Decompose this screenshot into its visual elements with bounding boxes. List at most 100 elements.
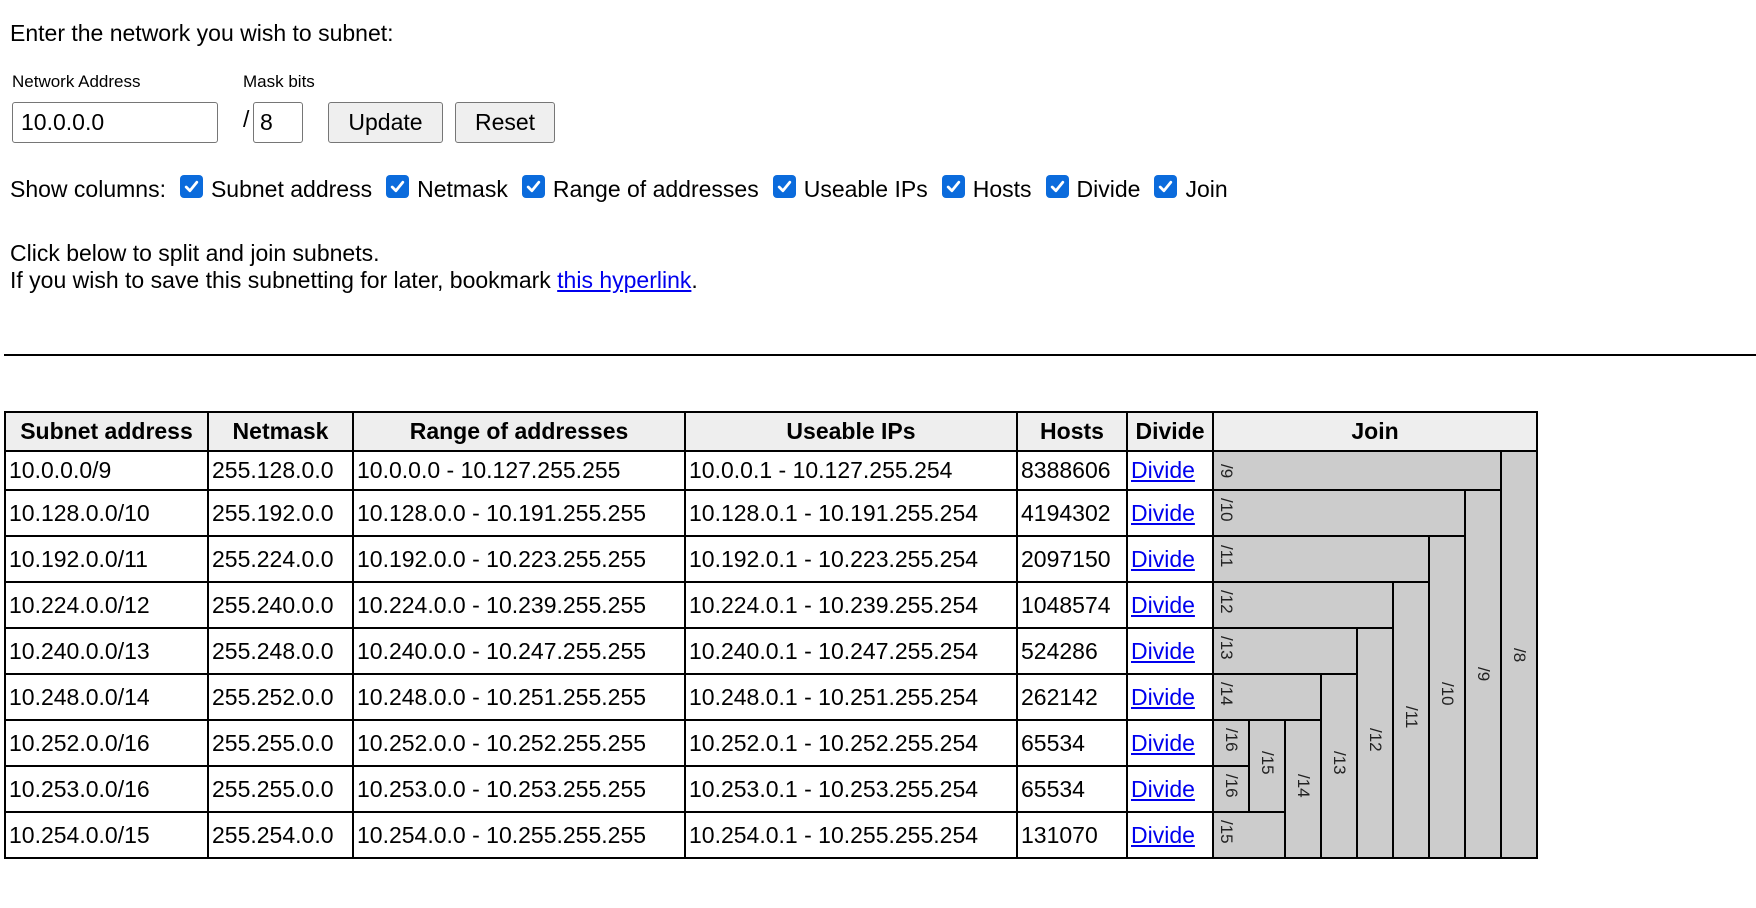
join-cell[interactable]: /11: [1392, 581, 1430, 859]
useable-ips-cell: 10.192.0.1 - 10.223.255.254: [684, 535, 1018, 583]
netmask-cell: 255.252.0.0: [207, 673, 354, 721]
column-toggle-range[interactable]: Range of addresses: [521, 175, 759, 203]
column-toggle-divide[interactable]: Divide: [1045, 175, 1140, 203]
mask-bits-input[interactable]: [253, 102, 303, 143]
subnet-address-cell: 10.128.0.0/10: [4, 489, 209, 537]
show-columns-label: Show columns:: [10, 176, 166, 202]
column-toggle-label: Hosts: [972, 176, 1032, 202]
join-cell[interactable]: /9: [1464, 489, 1502, 859]
column-toggle-label: Range of addresses: [552, 176, 759, 202]
reset-button[interactable]: Reset: [455, 102, 555, 143]
table-row: 10.128.0.0/10 255.192.0.0 10.128.0.0 - 1…: [4, 489, 1537, 859]
useable-ips-cell: 10.240.0.1 - 10.247.255.254: [684, 627, 1018, 675]
join-cell[interactable]: /10: [1212, 489, 1466, 537]
header-netmask: Netmask: [207, 411, 354, 452]
join-cell[interactable]: /12: [1212, 581, 1394, 629]
useable-ips-cell: 10.224.0.1 - 10.239.255.254: [684, 581, 1018, 629]
join-cell[interactable]: /10: [1428, 535, 1466, 859]
horizontal-rule: [4, 354, 1756, 356]
join-cell[interactable]: /15: [1248, 719, 1286, 813]
hosts-cell: 65534: [1016, 719, 1128, 767]
join-label: /15: [1258, 751, 1277, 775]
divide-link[interactable]: Divide: [1131, 822, 1195, 848]
divide-cell: Divide: [1126, 535, 1214, 583]
header-subnet-address: Subnet address: [4, 411, 209, 452]
network-address-input[interactable]: [12, 102, 218, 143]
join-label: /14: [1294, 774, 1313, 798]
join-cell[interactable]: /8: [1499, 450, 1539, 859]
hosts-cell: 131070: [1016, 811, 1128, 859]
divide-link[interactable]: Divide: [1131, 776, 1195, 802]
bookmark-link[interactable]: this hyperlink: [557, 267, 691, 293]
join-cell[interactable]: /11: [1212, 535, 1430, 583]
hosts-cell: 65534: [1016, 765, 1128, 813]
divide-link[interactable]: Divide: [1131, 592, 1195, 618]
range-cell: 10.248.0.0 - 10.251.255.255: [352, 673, 686, 721]
join-cell[interactable]: /15: [1212, 811, 1286, 859]
hosts-cell: 262142: [1016, 673, 1128, 721]
join-cell[interactable]: /9: [1212, 450, 1502, 491]
join-cell[interactable]: /16: [1212, 765, 1250, 813]
hosts-cell: 2097150: [1016, 535, 1128, 583]
range-cell: 10.253.0.0 - 10.253.255.255: [352, 765, 686, 813]
divide-cell: Divide: [1126, 673, 1214, 721]
join-label: /8: [1510, 647, 1529, 662]
join-cell[interactable]: /12: [1356, 627, 1394, 859]
range-cell: 10.192.0.0 - 10.223.255.255: [352, 535, 686, 583]
join-cell[interactable]: /14: [1284, 719, 1322, 859]
join-label: /12: [1217, 590, 1236, 614]
netmask-cell: 255.248.0.0: [207, 627, 354, 675]
join-cell[interactable]: /13: [1212, 627, 1358, 675]
checkbox-checked-icon[interactable]: [386, 175, 410, 198]
column-toggle-join[interactable]: Join: [1154, 175, 1228, 203]
netmask-cell: 255.254.0.0: [207, 811, 354, 859]
column-toggle-label: Netmask: [417, 176, 508, 202]
join-cell[interactable]: /14: [1212, 673, 1322, 721]
checkbox-checked-icon[interactable]: [941, 175, 965, 198]
netmask-cell: 255.192.0.0: [207, 489, 354, 537]
divide-link[interactable]: Divide: [1131, 684, 1195, 710]
range-cell: 10.254.0.0 - 10.255.255.255: [352, 811, 686, 859]
join-label: /15: [1217, 820, 1236, 844]
checkbox-checked-icon[interactable]: [179, 175, 203, 198]
divide-link[interactable]: Divide: [1131, 730, 1195, 756]
subnet-address-cell: 10.254.0.0/15: [4, 811, 209, 859]
range-cell: 10.0.0.0 - 10.127.255.255: [352, 450, 686, 491]
join-label: /11: [1217, 544, 1236, 568]
divide-link[interactable]: Divide: [1131, 500, 1195, 526]
help-line-1: Click below to split and join subnets.: [10, 240, 380, 266]
netmask-cell: 255.255.0.0: [207, 719, 354, 767]
checkbox-checked-icon[interactable]: [772, 175, 796, 198]
range-cell: 10.128.0.0 - 10.191.255.255: [352, 489, 686, 537]
join-cell[interactable]: /16: [1212, 719, 1250, 767]
column-toggle-netmask[interactable]: Netmask: [386, 175, 508, 203]
divide-link[interactable]: Divide: [1131, 638, 1195, 664]
checkbox-checked-icon[interactable]: [1045, 175, 1069, 198]
column-toggle-hosts[interactable]: Hosts: [941, 175, 1032, 203]
header-useable-ips: Useable IPs: [684, 411, 1018, 452]
join-label: /12: [1366, 728, 1385, 752]
join-label: /10: [1217, 498, 1236, 522]
divide-cell: Divide: [1126, 581, 1214, 629]
netmask-cell: 255.224.0.0: [207, 535, 354, 583]
checkbox-checked-icon[interactable]: [521, 175, 545, 198]
column-toggle-label: Subnet address: [210, 176, 373, 202]
column-toggle-useable-ips[interactable]: Useable IPs: [772, 175, 928, 203]
checkbox-checked-icon[interactable]: [1154, 175, 1178, 198]
mask-bits-label: Mask bits: [243, 72, 315, 91]
divide-cell: Divide: [1126, 489, 1214, 537]
subnet-address-cell: 10.253.0.0/16: [4, 765, 209, 813]
subnet-address-cell: 10.248.0.0/14: [4, 673, 209, 721]
divide-link[interactable]: Divide: [1131, 546, 1195, 572]
table-row: 10.248.0.0/14 255.252.0.0 10.248.0.0 - 1…: [4, 673, 1537, 859]
header-divide: Divide: [1126, 411, 1214, 452]
update-button[interactable]: Update: [328, 102, 443, 143]
divide-link[interactable]: Divide: [1131, 457, 1195, 483]
column-toggle-label: Join: [1185, 176, 1228, 202]
table-header-row: Subnet address Netmask Range of addresse…: [4, 411, 1539, 452]
join-cell[interactable]: /13: [1320, 673, 1358, 859]
join-label: /14: [1217, 682, 1236, 706]
netmask-cell: 255.240.0.0: [207, 581, 354, 629]
header-hosts: Hosts: [1016, 411, 1128, 452]
column-toggle-subnet-address[interactable]: Subnet address: [179, 175, 373, 203]
